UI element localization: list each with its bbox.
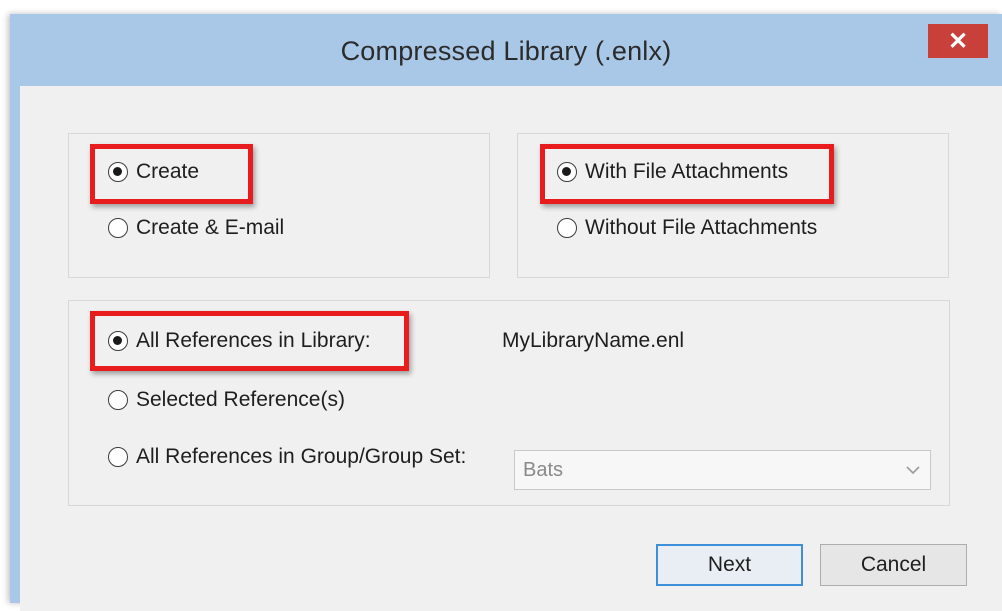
radio-selected-references[interactable]: Selected Reference(s) [108, 388, 345, 412]
radio-create-email-label: Create & E-mail [136, 216, 285, 239]
cancel-button[interactable]: Cancel [820, 544, 967, 586]
next-button[interactable]: Next [656, 544, 803, 586]
radio-without-attachments-label: Without File Attachments [585, 216, 818, 239]
highlight-create [90, 144, 253, 204]
dialog-window: Compressed Library (.enlx) ✕ Create Crea… [10, 14, 1002, 611]
highlight-with-attachments [540, 144, 834, 204]
radio-selected-references-label: Selected Reference(s) [136, 388, 345, 411]
group-set-select-value: Bats [523, 458, 564, 481]
radio-create-email-indicator[interactable] [108, 218, 128, 238]
radio-group-references-label: All References in Group/Group Set: [136, 445, 467, 468]
dialog-body: Create Create & E-mail With File Attachm… [20, 86, 1002, 611]
dialog-title: Compressed Library (.enlx) [340, 36, 672, 66]
title-bar: Compressed Library (.enlx) ✕ [10, 14, 1002, 82]
highlight-all-references [90, 311, 409, 371]
radio-group-references[interactable]: All References in Group/Group Set: [108, 445, 466, 469]
close-icon: ✕ [947, 27, 969, 55]
library-name: MyLibraryName.enl [502, 329, 685, 352]
radio-group-references-indicator[interactable] [108, 447, 128, 467]
radio-selected-references-indicator[interactable] [108, 390, 128, 410]
radio-without-attachments-indicator[interactable] [557, 218, 577, 238]
group-set-select[interactable]: Bats [514, 450, 931, 490]
radio-create-email[interactable]: Create & E-mail [108, 216, 284, 240]
radio-without-attachments[interactable]: Without File Attachments [557, 216, 817, 240]
chevron-down-icon [906, 466, 920, 475]
close-button[interactable]: ✕ [928, 24, 988, 58]
